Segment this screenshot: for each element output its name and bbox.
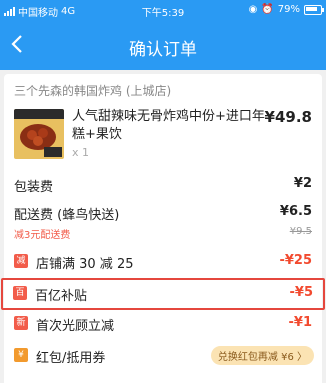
new-customer-badge-icon: 新 — [14, 316, 28, 330]
promo-label: 首次光顾立减 — [36, 319, 115, 334]
order-card: 三个先森的韩国炸鸡 (上城店) 人气甜辣味无骨炸鸡中份+进口年糕+果饮 ¥49.… — [1, 74, 325, 383]
item-quantity: x 1 — [72, 146, 90, 159]
top-nav-bar: 确认订单 — [0, 20, 326, 70]
status-right: ◉ ⏰ 79% — [248, 4, 324, 15]
item-image — [14, 109, 64, 159]
packaging-fee-label: 包装费 — [14, 180, 54, 195]
delivery-fee-value: ¥6.5 — [279, 204, 312, 219]
promo-row-new-customer: 新 首次光顾立减 -¥1 — [4, 310, 322, 338]
status-bar: 中国移动 4G 下午5:39 ◉ ⏰ 79% — [0, 0, 326, 20]
promo-row-subsidy: 百 百亿补贴 -¥5 — [1, 278, 325, 310]
promo-amount: -¥5 — [289, 285, 314, 300]
packaging-fee-value: ¥2 — [293, 176, 312, 191]
promo-label: 店铺满 30 减 25 — [36, 257, 134, 272]
item-name: 人气甜辣味无骨炸鸡中份+进口年糕+果饮 — [72, 109, 265, 142]
shop-name[interactable]: 三个先森的韩国炸鸡 (上城店) — [14, 82, 171, 99]
promo-label: 红包/抵用券 — [36, 351, 106, 366]
promo-label: 百亿补贴 — [35, 289, 88, 304]
discount-badge-icon: 减 — [14, 254, 28, 268]
alarm-icon: ⏰ — [261, 4, 274, 15]
delivery-fee-row: 配送费 (蜂鸟快送) ¥6.5 — [14, 204, 312, 223]
item-price: ¥49.8 — [264, 108, 312, 126]
delivery-fee-label: 配送费 (蜂鸟快送) — [14, 208, 120, 223]
promo-amount: -¥25 — [279, 253, 312, 268]
promo-amount: -¥1 — [288, 315, 313, 330]
promo-row-coupons[interactable]: ¥ 红包/抵用券 兑换红包再减 ¥6 〉 — [4, 342, 322, 370]
subsidy-badge-icon: 百 — [13, 286, 27, 300]
location-icon: ◉ — [248, 4, 258, 15]
delivery-original-price: ¥9.5 — [289, 226, 312, 237]
redeem-coupon-button[interactable]: 兑换红包再减 ¥6 〉 — [210, 346, 314, 365]
packaging-fee-row: 包装费 ¥2 — [14, 176, 312, 195]
page-title: 确认订单 — [129, 40, 197, 60]
coupon-badge-icon: ¥ — [14, 348, 28, 362]
battery-icon — [304, 4, 324, 15]
promo-row-shop-discount: 减 店铺满 30 减 25 -¥25 — [4, 248, 322, 276]
delivery-discount-note: 减3元配送费 — [14, 230, 71, 241]
battery-text: 79% — [277, 4, 300, 15]
